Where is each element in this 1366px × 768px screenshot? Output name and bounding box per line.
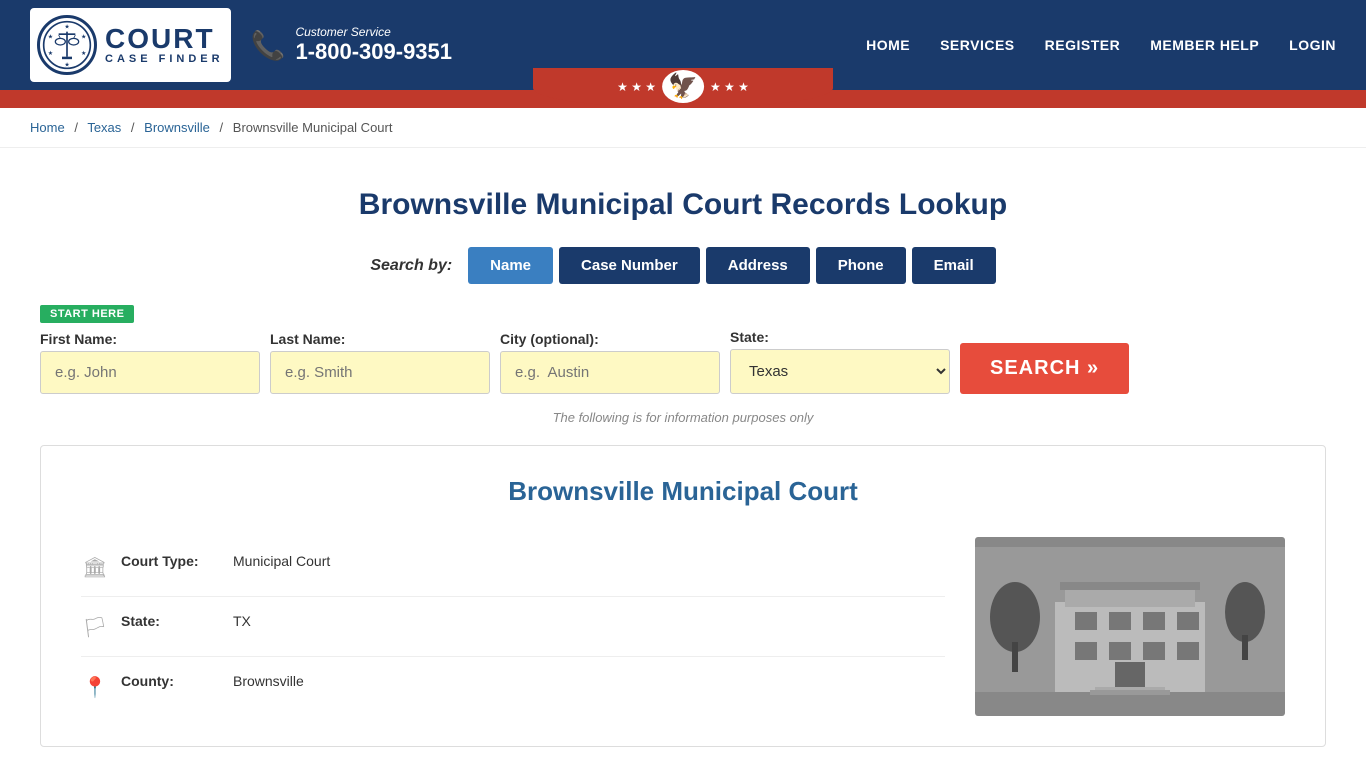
info-note: The following is for information purpose… [40,410,1326,425]
customer-service: 📞 Customer Service 1-800-309-9351 [251,25,452,65]
tab-name[interactable]: Name [468,247,553,284]
first-name-input[interactable] [40,351,260,394]
county-row: 📍 County: Brownsville [81,657,945,716]
county-icon: 📍 [81,675,109,700]
svg-text:★: ★ [48,50,53,57]
last-name-group: Last Name: [270,331,490,394]
phone-icon: 📞 [251,29,286,62]
svg-text:★: ★ [81,33,86,40]
city-label: City (optional): [500,331,720,347]
search-button[interactable]: SEARCH » [960,343,1129,394]
nav-services[interactable]: SERVICES [940,37,1015,53]
logo-court-label: COURT [105,25,224,53]
cs-phone: 1-800-309-9351 [295,39,452,65]
logo-text: COURT CASE FINDER [105,25,224,65]
logo-box: ★ ★ ★ ★ ★ ★ COURT CASE [30,8,231,82]
state-label-detail: State: [121,613,221,629]
state-select[interactable]: Texas Alabama Alaska California Florida [730,349,950,394]
court-card-body: 🏛 Court Type: Municipal Court 🏳 State: T… [81,537,1285,716]
court-image [975,537,1285,716]
court-type-icon: 🏛 [81,555,109,580]
first-name-group: First Name: [40,331,260,394]
form-row: First Name: Last Name: City (optional): … [40,329,1326,394]
svg-text:★: ★ [81,50,86,57]
state-group: State: Texas Alabama Alaska California F… [730,329,950,394]
search-by-row: Search by: Name Case Number Address Phon… [40,247,1326,284]
svg-text:★: ★ [64,23,69,30]
county-value: Brownsville [233,673,304,689]
court-type-label: Court Type: [121,553,221,569]
search-by-label: Search by: [370,257,452,275]
court-type-row: 🏛 Court Type: Municipal Court [81,537,945,597]
stars-row: ★ ★ ★ 🦅 ★ ★ ★ [617,70,749,103]
page-title: Brownsville Municipal Court Records Look… [40,188,1326,222]
nav-member-help[interactable]: MEMBER HELP [1150,37,1259,53]
county-label: County: [121,673,221,689]
state-icon: 🏳 [81,615,109,640]
logo-case-finder-label: CASE FINDER [105,53,224,65]
court-info: 🏛 Court Type: Municipal Court 🏳 State: T… [81,537,945,716]
cs-text: Customer Service 1-800-309-9351 [295,25,452,65]
logo-emblem: ★ ★ ★ ★ ★ ★ [37,15,97,75]
eagle-container: ★ ★ ★ 🦅 ★ ★ ★ [617,70,749,103]
svg-text:★: ★ [64,62,69,69]
header-left: ★ ★ ★ ★ ★ ★ COURT CASE [30,8,452,82]
nav-home[interactable]: HOME [866,37,910,53]
court-card-title: Brownsville Municipal Court [81,476,1285,507]
svg-text:★: ★ [48,33,53,40]
tab-case-number[interactable]: Case Number [559,247,700,284]
city-input[interactable] [500,351,720,394]
search-form-area: START HERE First Name: Last Name: City (… [40,304,1326,394]
breadcrumb-texas[interactable]: Texas [87,120,121,135]
main-content: Brownsville Municipal Court Records Look… [0,148,1366,767]
court-type-value: Municipal Court [233,553,330,569]
tab-phone[interactable]: Phone [816,247,906,284]
state-label: State: [730,329,950,345]
wave-banner: ★ ★ ★ 🦅 ★ ★ ★ [0,90,1366,108]
breadcrumb-brownsville[interactable]: Brownsville [144,120,210,135]
breadcrumb-current: Brownsville Municipal Court [233,120,393,135]
first-name-label: First Name: [40,331,260,347]
breadcrumb: Home / Texas / Brownsville / Brownsville… [0,108,1366,148]
state-row: 🏳 State: TX [81,597,945,657]
court-card: Brownsville Municipal Court 🏛 Court Type… [40,445,1326,747]
last-name-input[interactable] [270,351,490,394]
main-nav: HOME SERVICES REGISTER MEMBER HELP LOGIN [866,37,1336,53]
last-name-label: Last Name: [270,331,490,347]
start-here-badge: START HERE [40,305,134,323]
state-value: TX [233,613,251,629]
cs-label: Customer Service [295,25,452,39]
nav-register[interactable]: REGISTER [1045,37,1121,53]
tab-address[interactable]: Address [706,247,810,284]
city-group: City (optional): [500,331,720,394]
nav-login[interactable]: LOGIN [1289,37,1336,53]
tab-email[interactable]: Email [912,247,996,284]
breadcrumb-home[interactable]: Home [30,120,65,135]
